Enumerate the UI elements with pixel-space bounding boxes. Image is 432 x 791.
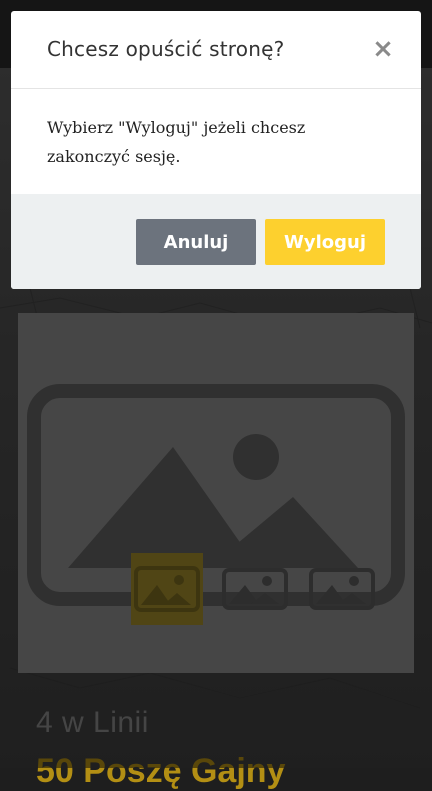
modal-header: Chcesz opuścić stronę? × <box>11 11 421 89</box>
cancel-button[interactable]: Anuluj <box>136 219 256 265</box>
modal-message: Wybierz "Wyloguj" jeżeli chcesz zakonczy… <box>47 118 306 166</box>
close-icon[interactable]: × <box>371 36 395 62</box>
modal-title: Chcesz opuścić stronę? <box>47 37 285 61</box>
logout-modal: Chcesz opuścić stronę? × Wybierz "Wylogu… <box>11 11 421 289</box>
logout-button[interactable]: Wyloguj <box>265 219 385 265</box>
modal-footer: Anuluj Wyloguj <box>11 194 421 289</box>
modal-body: Wybierz "Wyloguj" jeżeli chcesz zakonczy… <box>11 89 421 194</box>
